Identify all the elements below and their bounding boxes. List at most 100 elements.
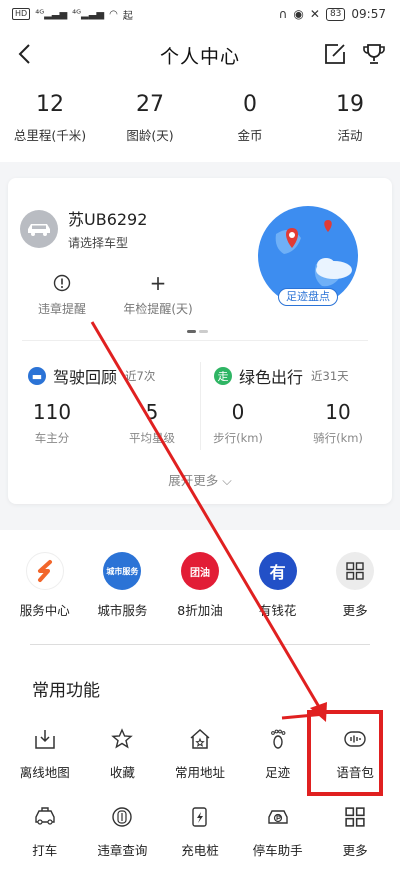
stat-label: 金币 bbox=[237, 128, 263, 143]
footprint-button[interactable]: 足迹盘点 bbox=[278, 288, 338, 306]
trophy-icon[interactable] bbox=[362, 42, 386, 66]
service-label: 服务中心 bbox=[19, 603, 70, 618]
cell-label: 足迹 bbox=[265, 765, 291, 780]
car-badge-icon: ▬ bbox=[28, 367, 46, 385]
alert-icon bbox=[53, 274, 71, 292]
metric-label: 平均星级 bbox=[129, 431, 175, 445]
violation-reminder[interactable]: 违章提醒 bbox=[12, 272, 112, 317]
headset-icon: ∩ bbox=[278, 7, 288, 21]
offline-map[interactable]: 离线地图 bbox=[6, 726, 84, 781]
footprint-icon bbox=[270, 729, 285, 749]
cell-label: 更多 bbox=[342, 843, 368, 858]
cell-label: 收藏 bbox=[109, 765, 135, 780]
metric-label: 步行(km) bbox=[213, 431, 263, 445]
car-avatar-icon bbox=[20, 209, 58, 248]
cell-label: 停车助手 bbox=[252, 843, 303, 858]
favorites[interactable]: 收藏 bbox=[84, 726, 162, 781]
violation-query[interactable]: 违章查询 bbox=[84, 804, 162, 859]
inspection-reminder[interactable]: + 年检提醒(天) bbox=[108, 271, 208, 317]
reminder-label: 违章提醒 bbox=[37, 302, 86, 316]
driving-review-header[interactable]: ▬ 驾驶回顾 近7次 bbox=[28, 364, 155, 388]
page-title: 个人中心 bbox=[159, 45, 240, 68]
carousel-dot bbox=[199, 330, 208, 333]
cell-label: 语音包 bbox=[336, 765, 374, 780]
service-more[interactable]: 更多 bbox=[316, 530, 394, 648]
violation-query-icon bbox=[112, 807, 133, 827]
fuel-icon: 团油 bbox=[180, 552, 219, 590]
charging-icon bbox=[192, 807, 207, 827]
star-icon bbox=[111, 728, 134, 749]
stat-map-age[interactable]: 27 图龄(天) bbox=[100, 82, 200, 162]
stat-activities[interactable]: 19 活动 bbox=[300, 82, 400, 162]
expand-more[interactable]: 展开更多 ⌵ bbox=[8, 470, 392, 489]
metric-value: 110 bbox=[32, 400, 72, 424]
service-label: 城市服务 bbox=[97, 603, 148, 618]
ride-distance: 10 骑行(km) bbox=[298, 400, 378, 446]
stat-coins[interactable]: 0 金币 bbox=[200, 82, 300, 162]
user-stats: 12 总里程(千米) 27 图龄(天) 0 金币 19 活动 bbox=[0, 82, 400, 162]
divider bbox=[22, 340, 368, 341]
footprints[interactable]: 足迹 bbox=[239, 726, 317, 781]
chevron-down-icon: ⌵ bbox=[222, 473, 232, 488]
metric-label: 骑行(km) bbox=[313, 431, 363, 445]
stat-mileage[interactable]: 12 总里程(千米) bbox=[0, 82, 100, 162]
common-functions: 常用功能 离线地图 收藏 常用地址 足迹 语音包 打车 违章查询 充电桩 停车助… bbox=[0, 648, 400, 888]
parking-icon bbox=[267, 810, 288, 824]
voice-pack[interactable]: 语音包 bbox=[316, 726, 394, 781]
common-address[interactable]: 常用地址 bbox=[161, 726, 239, 781]
signal-icon-2: ⁴ᴳ▂▃▅ bbox=[72, 8, 105, 20]
stat-label: 活动 bbox=[337, 128, 363, 143]
taxi[interactable]: 打车 bbox=[6, 804, 84, 859]
charging-pile[interactable]: 充电桩 bbox=[161, 804, 239, 859]
green-travel-title: 绿色出行 bbox=[239, 368, 304, 387]
metric-label: 车主分 bbox=[34, 431, 70, 445]
car-type-prompt: 请选择车型 bbox=[68, 236, 129, 250]
eye-icon: ◉ bbox=[293, 7, 304, 21]
youqianhua[interactable]: 有 有钱花 bbox=[239, 530, 317, 648]
reminder-label: 年检提醒(天) bbox=[123, 302, 193, 316]
carousel-dot-active bbox=[187, 330, 196, 333]
section-divider bbox=[30, 644, 370, 645]
mute-icon: ✕ bbox=[309, 7, 320, 21]
home-icon bbox=[190, 728, 210, 749]
vehicle-card: 苏UB6292 请选择车型 违章提醒 + 年检提醒(天) 足迹盘点 ▬ 驾驶回顾… bbox=[8, 178, 392, 504]
green-travel-header[interactable]: 走 绿色出行 近31天 bbox=[214, 364, 349, 388]
carousel-indicator bbox=[187, 330, 208, 333]
stat-value: 0 bbox=[243, 92, 257, 117]
car-info[interactable]: 苏UB6292 请选择车型 bbox=[20, 206, 147, 251]
signal-icon: ⁴ᴳ▂▃▅ bbox=[35, 8, 68, 20]
parking-assistant[interactable]: 停车助手 bbox=[239, 804, 317, 859]
header: 个人中心 bbox=[0, 28, 400, 82]
car-icon bbox=[28, 223, 50, 236]
plus-icon: + bbox=[149, 271, 167, 295]
service-center[interactable]: 服务中心 bbox=[6, 530, 84, 648]
cell-label: 充电桩 bbox=[181, 843, 219, 858]
stat-value: 19 bbox=[336, 92, 364, 117]
service-label: 有钱花 bbox=[258, 603, 297, 618]
fuel-discount[interactable]: 团油 8折加油 bbox=[161, 530, 239, 648]
stat-label: 图龄(天) bbox=[126, 128, 174, 143]
clock: 09:57 bbox=[351, 7, 386, 21]
app-notification-icon: 起 bbox=[122, 10, 133, 22]
section-title: 常用功能 bbox=[32, 681, 100, 701]
cell-label: 打车 bbox=[32, 843, 58, 858]
common-more[interactable]: 更多 bbox=[316, 804, 394, 859]
stat-value: 12 bbox=[36, 92, 64, 117]
metric-value: 10 bbox=[325, 400, 351, 424]
metric-value: 0 bbox=[231, 400, 245, 424]
download-icon bbox=[35, 730, 55, 749]
edit-icon[interactable] bbox=[324, 43, 346, 65]
city-service-icon: 城市服务 bbox=[103, 552, 142, 590]
driving-review-period: 近7次 bbox=[125, 369, 156, 383]
grid-icon bbox=[336, 552, 375, 590]
hd-icon: HD bbox=[12, 8, 31, 20]
common-row-2: 打车 违章查询 充电桩 停车助手 更多 bbox=[6, 804, 394, 859]
service-center-icon bbox=[25, 552, 64, 590]
owner-score: 110 车主分 bbox=[12, 400, 92, 446]
city-service[interactable]: 城市服务 城市服务 bbox=[84, 530, 162, 648]
back-icon[interactable] bbox=[14, 42, 38, 66]
youqianhua-icon: 有 bbox=[258, 552, 297, 590]
status-left: HD ⁴ᴳ▂▃▅ ⁴ᴳ▂▃▅ ◠ 起 bbox=[12, 7, 133, 22]
driving-review-title: 驾驶回顾 bbox=[53, 368, 118, 387]
common-row-1: 离线地图 收藏 常用地址 足迹 语音包 bbox=[6, 726, 394, 781]
